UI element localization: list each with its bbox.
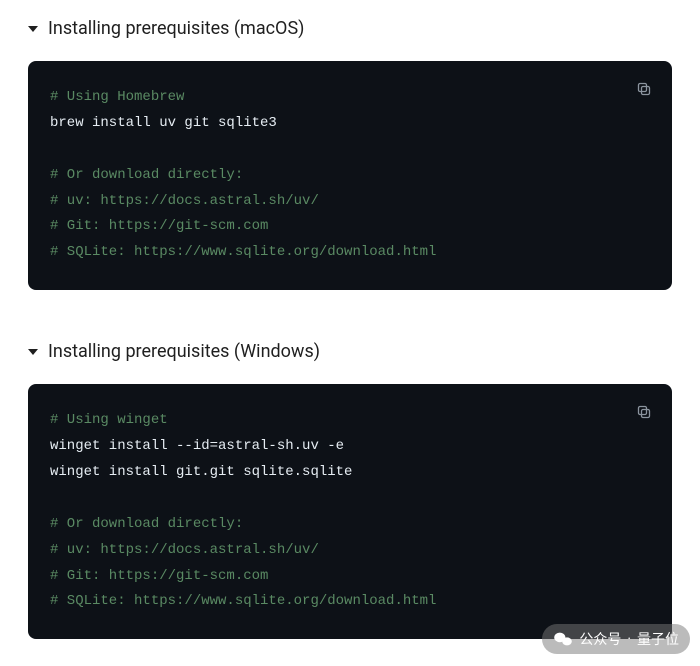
watermark-separator: ·	[627, 631, 631, 647]
section-divider	[0, 318, 700, 319]
code-line: winget install --id=astral-sh.uv -e	[50, 434, 650, 460]
section-header-macos[interactable]: Installing prerequisites (macOS)	[28, 18, 672, 39]
wechat-icon	[553, 631, 573, 647]
caret-down-icon	[28, 26, 38, 32]
copy-icon	[636, 81, 652, 97]
section-title: Installing prerequisites (macOS)	[48, 18, 304, 39]
code-line: # uv: https://docs.astral.sh/uv/	[50, 538, 650, 564]
copy-button[interactable]	[630, 75, 658, 103]
code-line: # Or download directly:	[50, 512, 650, 538]
copy-icon	[636, 404, 652, 420]
code-line: # Git: https://git-scm.com	[50, 564, 650, 590]
code-block-macos: # Using Homebrew brew install uv git sql…	[28, 61, 672, 290]
code-line: winget install git.git sqlite.sqlite	[50, 460, 650, 486]
code-blank-line	[50, 486, 650, 512]
code-line: # Using winget	[50, 408, 650, 434]
section-title: Installing prerequisites (Windows)	[48, 341, 320, 362]
code-line: # Or download directly:	[50, 163, 650, 189]
section-windows: Installing prerequisites (Windows) # Usi…	[0, 323, 700, 663]
section-macos: Installing prerequisites (macOS) # Using…	[0, 0, 700, 314]
watermark-badge: 公众号 · 量子位	[542, 624, 690, 654]
copy-button[interactable]	[630, 398, 658, 426]
watermark-account: 量子位	[637, 629, 679, 649]
code-line: # Using Homebrew	[50, 85, 650, 111]
code-blank-line	[50, 137, 650, 163]
section-header-windows[interactable]: Installing prerequisites (Windows)	[28, 341, 672, 362]
code-line: brew install uv git sqlite3	[50, 111, 650, 137]
code-line: # SQLite: https://www.sqlite.org/downloa…	[50, 240, 650, 266]
code-block-windows: # Using winget winget install --id=astra…	[28, 384, 672, 639]
code-line: # SQLite: https://www.sqlite.org/downloa…	[50, 589, 650, 615]
code-line: # Git: https://git-scm.com	[50, 214, 650, 240]
watermark-source: 公众号	[579, 629, 621, 649]
caret-down-icon	[28, 349, 38, 355]
code-line: # uv: https://docs.astral.sh/uv/	[50, 189, 650, 215]
